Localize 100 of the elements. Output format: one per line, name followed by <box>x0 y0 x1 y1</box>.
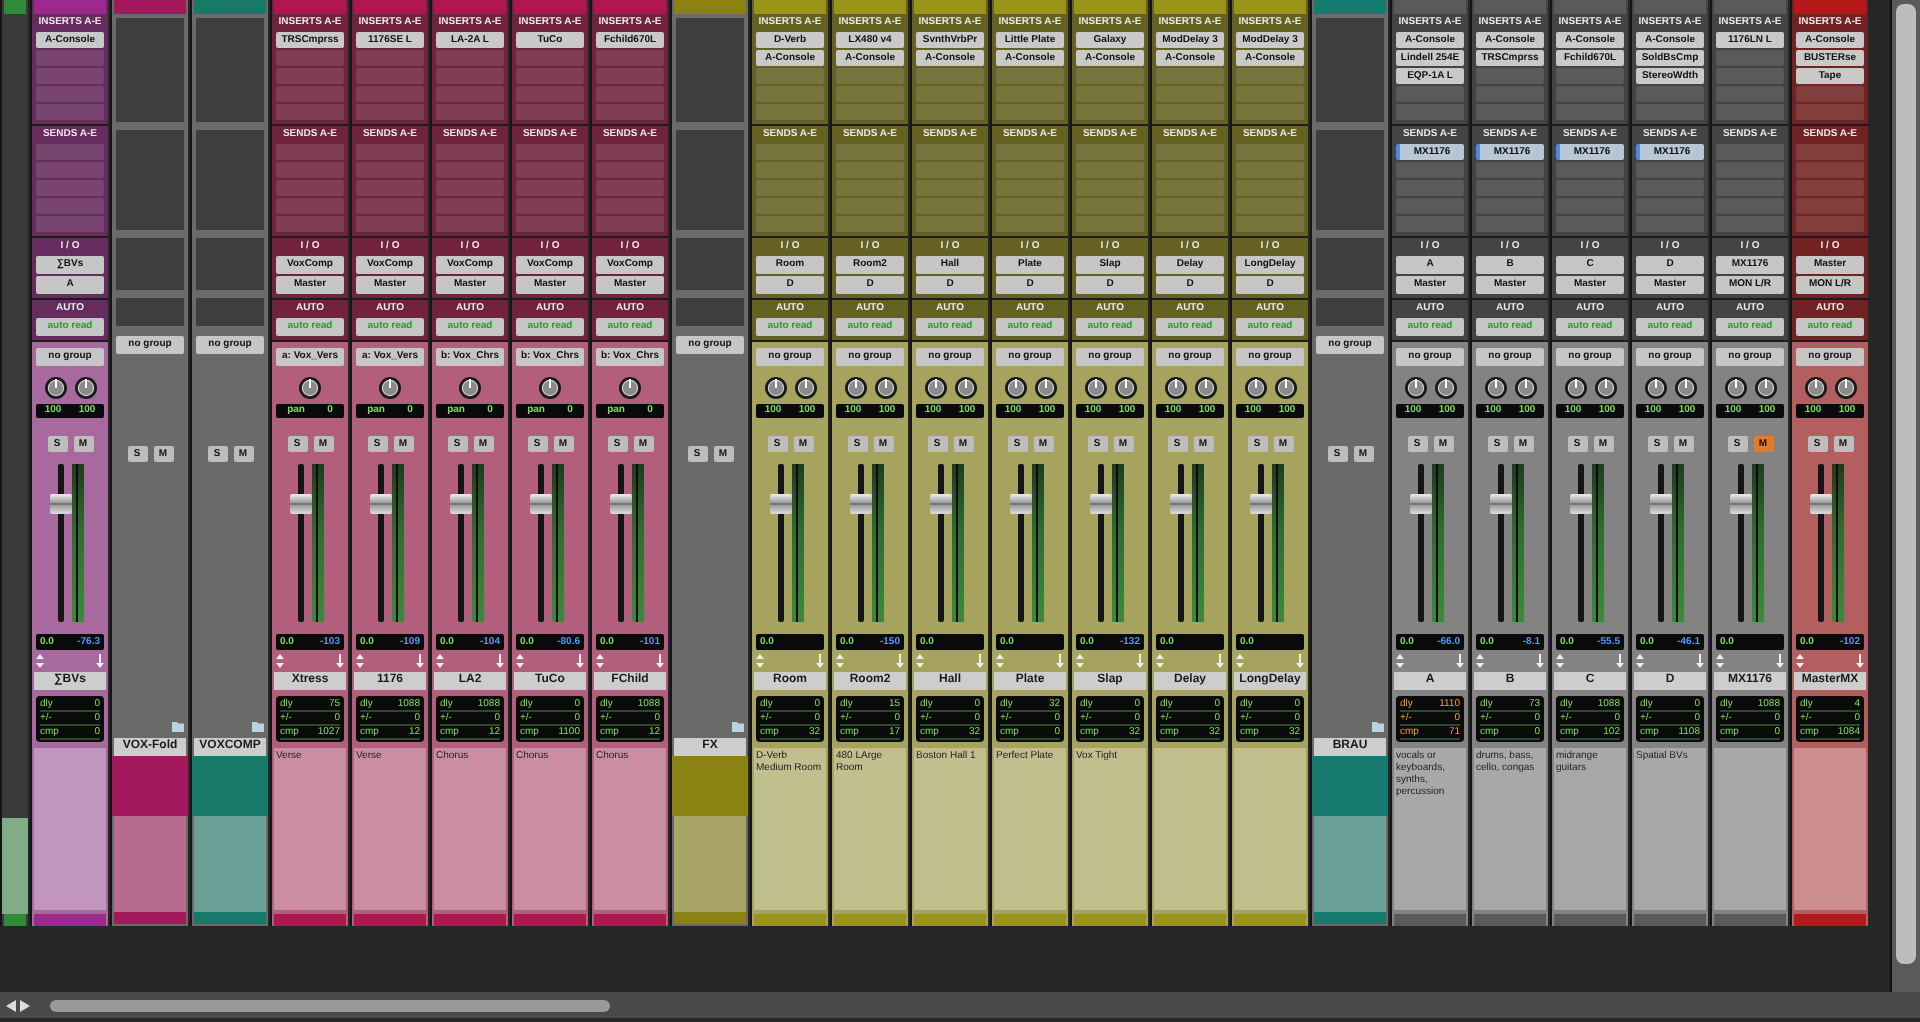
pan-knob[interactable] <box>953 376 977 400</box>
empty-insert-slot[interactable] <box>1236 104 1304 120</box>
pan-knob[interactable] <box>1803 376 1827 400</box>
empty-insert-slot[interactable] <box>276 104 344 120</box>
empty-send-slot[interactable] <box>276 144 344 160</box>
empty-send-slot[interactable] <box>516 180 584 196</box>
pan-knob[interactable] <box>1643 376 1667 400</box>
empty-insert-slot[interactable] <box>1156 68 1224 84</box>
empty-send-slot[interactable] <box>756 144 824 160</box>
pan-knob[interactable] <box>1833 376 1857 400</box>
fader-handle[interactable] <box>1169 493 1191 514</box>
empty-insert-slot[interactable] <box>996 104 1064 120</box>
empty-send-slot[interactable] <box>596 144 664 160</box>
empty-insert-slot[interactable] <box>356 68 424 84</box>
empty-send-slot[interactable] <box>516 144 584 160</box>
empty-send-slot[interactable] <box>916 180 984 196</box>
fader-handle[interactable] <box>369 493 391 514</box>
empty-send-slot[interactable] <box>756 162 824 178</box>
pan-knob[interactable] <box>1163 376 1187 400</box>
pan-knob[interactable] <box>1193 376 1217 400</box>
empty-send-slot[interactable] <box>1236 180 1304 196</box>
comments-field[interactable] <box>1714 748 1786 910</box>
empty-send-slot[interactable] <box>996 162 1064 178</box>
empty-insert-slot[interactable] <box>36 50 104 66</box>
pan-knob[interactable] <box>618 376 642 400</box>
empty-send-slot[interactable] <box>756 198 824 214</box>
pan-knob[interactable] <box>73 376 97 400</box>
fader-handle[interactable] <box>1009 493 1031 514</box>
empty-insert-slot[interactable] <box>916 68 984 84</box>
empty-send-slot[interactable] <box>916 162 984 178</box>
empty-insert-slot[interactable] <box>756 86 824 102</box>
empty-send-slot[interactable] <box>36 216 104 232</box>
empty-send-slot[interactable] <box>596 198 664 214</box>
empty-send-slot[interactable] <box>596 162 664 178</box>
fader-handle[interactable] <box>1409 493 1431 514</box>
empty-insert-slot[interactable] <box>1076 104 1144 120</box>
comments-field[interactable] <box>1234 748 1306 910</box>
empty-send-slot[interactable] <box>916 144 984 160</box>
fader-handle[interactable] <box>609 493 631 514</box>
empty-insert-slot[interactable] <box>1076 86 1144 102</box>
pan-knob[interactable] <box>923 376 947 400</box>
empty-insert-slot[interactable] <box>1636 86 1704 102</box>
empty-send-slot[interactable] <box>836 198 904 214</box>
pan-knob[interactable] <box>1483 376 1507 400</box>
empty-send-slot[interactable] <box>596 180 664 196</box>
empty-insert-slot[interactable] <box>756 104 824 120</box>
empty-send-slot[interactable] <box>1156 180 1224 196</box>
empty-send-slot[interactable] <box>1076 216 1144 232</box>
fader-handle[interactable] <box>1089 493 1111 514</box>
empty-insert-slot[interactable] <box>1076 68 1144 84</box>
empty-send-slot[interactable] <box>1396 162 1464 178</box>
pan-knob[interactable] <box>1003 376 1027 400</box>
empty-insert-slot[interactable] <box>516 68 584 84</box>
empty-send-slot[interactable] <box>356 216 424 232</box>
empty-insert-slot[interactable] <box>596 68 664 84</box>
pan-knob[interactable] <box>298 376 322 400</box>
pan-knob[interactable] <box>1593 376 1617 400</box>
empty-insert-slot[interactable] <box>36 104 104 120</box>
fader-handle[interactable] <box>529 493 551 514</box>
pan-knob[interactable] <box>1273 376 1297 400</box>
empty-send-slot[interactable] <box>436 162 504 178</box>
empty-send-slot[interactable] <box>1796 144 1864 160</box>
pan-knob[interactable] <box>1753 376 1777 400</box>
fader-handle[interactable] <box>1569 493 1591 514</box>
empty-insert-slot[interactable] <box>1396 86 1464 102</box>
pan-knob[interactable] <box>793 376 817 400</box>
empty-send-slot[interactable] <box>356 144 424 160</box>
right-arrow-icon[interactable] <box>20 999 30 1011</box>
empty-send-slot[interactable] <box>516 216 584 232</box>
empty-send-slot[interactable] <box>836 216 904 232</box>
empty-send-slot[interactable] <box>1156 162 1224 178</box>
empty-insert-slot[interactable] <box>996 86 1064 102</box>
horizontal-scrollbar[interactable] <box>0 992 1920 1018</box>
empty-send-slot[interactable] <box>436 216 504 232</box>
fader-handle[interactable] <box>1649 493 1671 514</box>
empty-send-slot[interactable] <box>1236 216 1304 232</box>
empty-insert-slot[interactable] <box>36 68 104 84</box>
empty-insert-slot[interactable] <box>756 68 824 84</box>
pan-knob[interactable] <box>538 376 562 400</box>
fader-handle[interactable] <box>1249 493 1271 514</box>
fader-handle[interactable] <box>849 493 871 514</box>
empty-send-slot[interactable] <box>1076 144 1144 160</box>
empty-insert-slot[interactable] <box>516 50 584 66</box>
pan-knob[interactable] <box>1243 376 1267 400</box>
pan-knob[interactable] <box>1723 376 1747 400</box>
fader-handle[interactable] <box>49 493 71 514</box>
pan-knob[interactable] <box>1673 376 1697 400</box>
empty-send-slot[interactable] <box>436 198 504 214</box>
comments-field[interactable] <box>1154 748 1226 910</box>
left-arrow-icon[interactable] <box>6 999 16 1011</box>
pan-knob[interactable] <box>378 376 402 400</box>
empty-send-slot[interactable] <box>756 216 824 232</box>
empty-insert-slot[interactable] <box>436 86 504 102</box>
pan-knob[interactable] <box>43 376 67 400</box>
comments-field[interactable] <box>34 748 106 910</box>
empty-send-slot[interactable] <box>276 198 344 214</box>
fader-handle[interactable] <box>1489 493 1511 514</box>
empty-insert-slot[interactable] <box>436 50 504 66</box>
empty-send-slot[interactable] <box>436 180 504 196</box>
empty-send-slot[interactable] <box>596 216 664 232</box>
